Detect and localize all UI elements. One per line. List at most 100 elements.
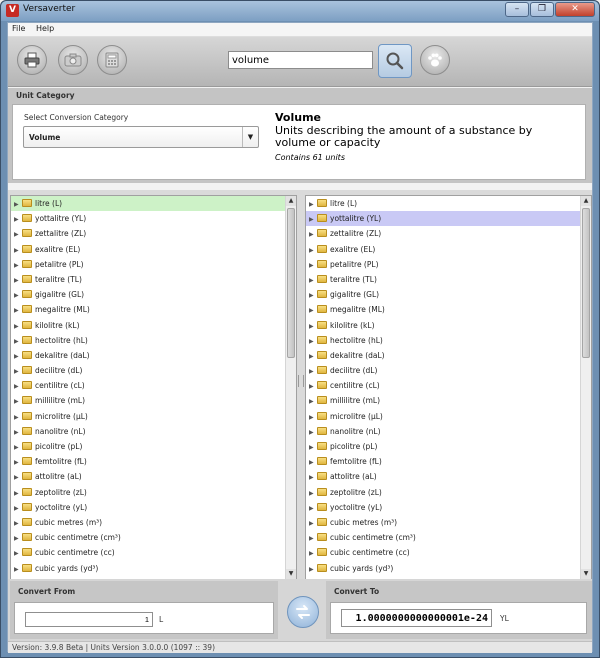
- scroll-up-icon[interactable]: ▲: [581, 196, 591, 206]
- convert-to-output[interactable]: [341, 609, 492, 627]
- list-item[interactable]: ▶ attolitre (aL): [11, 469, 285, 484]
- expand-arrow-icon[interactable]: ▶: [14, 273, 22, 288]
- expand-arrow-icon[interactable]: ▶: [309, 455, 317, 470]
- search-input[interactable]: [228, 51, 373, 69]
- list-item[interactable]: ▶ cubic centimetre (cc): [11, 545, 285, 560]
- expand-arrow-icon[interactable]: ▶: [14, 470, 22, 485]
- list-item[interactable]: ▶ nanolitre (nL): [11, 424, 285, 439]
- expand-arrow-icon[interactable]: ▶: [309, 364, 317, 379]
- expand-arrow-icon[interactable]: ▶: [309, 470, 317, 485]
- camera-button[interactable]: [58, 45, 88, 75]
- calculator-button[interactable]: [97, 45, 127, 75]
- expand-arrow-icon[interactable]: ▶: [14, 227, 22, 242]
- list-item[interactable]: ▶ cubic centimetre (cm³): [11, 530, 285, 545]
- list-item[interactable]: ▶ kilolitre (kL): [11, 318, 285, 333]
- expand-arrow-icon[interactable]: ▶: [309, 349, 317, 364]
- list-item[interactable]: ▶ cubic yards (yd³): [306, 561, 580, 576]
- list-item[interactable]: ▶ millilitre (mL): [11, 393, 285, 408]
- scroll-thumb[interactable]: [287, 208, 295, 358]
- list-item[interactable]: ▶ zeptolitre (zL): [306, 485, 580, 500]
- list-item[interactable]: ▶ yottalitre (YL): [11, 211, 285, 226]
- list-item[interactable]: ▶ decilitre (dL): [306, 363, 580, 378]
- list-item[interactable]: ▶ petalitre (PL): [11, 257, 285, 272]
- to-unit-list[interactable]: ▶ litre (L) ▶ yottalitre (YL) ▶ zettalitre (Z…: [305, 195, 592, 580]
- list-item[interactable]: ▶ cubic centimetre (cc): [306, 545, 580, 560]
- list-item[interactable]: ▶ teralitre (TL): [306, 272, 580, 287]
- list-item[interactable]: ▶ gigalitre (GL): [306, 287, 580, 302]
- expand-arrow-icon[interactable]: ▶: [14, 455, 22, 470]
- expand-arrow-icon[interactable]: ▶: [14, 243, 22, 258]
- list-item[interactable]: ▶ teralitre (TL): [11, 272, 285, 287]
- search-button[interactable]: [378, 44, 412, 78]
- expand-arrow-icon[interactable]: ▶: [309, 303, 317, 318]
- expand-arrow-icon[interactable]: ▶: [309, 243, 317, 258]
- menu-file[interactable]: File: [8, 23, 29, 33]
- list-item[interactable]: ▶ microlitre (µL): [11, 409, 285, 424]
- expand-arrow-icon[interactable]: ▶: [14, 394, 22, 409]
- list-item[interactable]: ▶ cubic metres (m³): [11, 515, 285, 530]
- expand-arrow-icon[interactable]: ▶: [309, 258, 317, 273]
- scroll-down-icon[interactable]: ▼: [286, 569, 296, 579]
- list-item[interactable]: ▶ zettalitre (ZL): [306, 226, 580, 241]
- list-item[interactable]: ▶ centilitre (cL): [11, 378, 285, 393]
- expand-arrow-icon[interactable]: ▶: [14, 546, 22, 561]
- minimize-button[interactable]: –: [505, 2, 529, 17]
- list-splitter[interactable]: [298, 375, 304, 387]
- list-item[interactable]: ▶ cubic metres (m³): [306, 515, 580, 530]
- list-item[interactable]: ▶ kilolitre (kL): [306, 318, 580, 333]
- list-item[interactable]: ▶ attolitre (aL): [306, 469, 580, 484]
- paw-button[interactable]: [420, 45, 450, 75]
- list-item[interactable]: ▶ femtolitre (fL): [306, 454, 580, 469]
- from-list-scrollbar[interactable]: ▲ ▼: [285, 196, 296, 579]
- to-list-scrollbar[interactable]: ▲ ▼: [580, 196, 591, 579]
- expand-arrow-icon[interactable]: ▶: [14, 501, 22, 516]
- list-item[interactable]: ▶ cubic yards (yd³): [11, 561, 285, 576]
- list-item[interactable]: ▶ decilitre (dL): [11, 363, 285, 378]
- list-item[interactable]: ▶ gigalitre (GL): [11, 287, 285, 302]
- expand-arrow-icon[interactable]: ▶: [14, 334, 22, 349]
- expand-arrow-icon[interactable]: ▶: [14, 425, 22, 440]
- scroll-up-icon[interactable]: ▲: [286, 196, 296, 206]
- expand-arrow-icon[interactable]: ▶: [14, 288, 22, 303]
- list-item[interactable]: ▶ megalitre (ML): [11, 302, 285, 317]
- expand-arrow-icon[interactable]: ▶: [309, 273, 317, 288]
- print-button[interactable]: [17, 45, 47, 75]
- expand-arrow-icon[interactable]: ▶: [309, 319, 317, 334]
- expand-arrow-icon[interactable]: ▶: [309, 486, 317, 501]
- list-item[interactable]: ▶ yoctolitre (yL): [11, 500, 285, 515]
- list-item[interactable]: ▶ yoctolitre (yL): [306, 500, 580, 515]
- list-item[interactable]: ▶ picolitre (pL): [11, 439, 285, 454]
- list-item[interactable]: ▶ millilitre (mL): [306, 393, 580, 408]
- from-unit-list[interactable]: ▶ litre (L) ▶ yottalitre (YL) ▶ zettalitre (Z…: [10, 195, 297, 580]
- menu-help[interactable]: Help: [32, 23, 58, 33]
- list-item[interactable]: ▶ hectolitre (hL): [11, 333, 285, 348]
- expand-arrow-icon[interactable]: ▶: [309, 334, 317, 349]
- list-item[interactable]: ▶ litre (L): [11, 196, 285, 212]
- expand-arrow-icon[interactable]: ▶: [309, 394, 317, 409]
- list-item[interactable]: ▶ microlitre (µL): [306, 409, 580, 424]
- expand-arrow-icon[interactable]: ▶: [14, 258, 22, 273]
- list-item[interactable]: ▶ picolitre (pL): [306, 439, 580, 454]
- expand-arrow-icon[interactable]: ▶: [309, 197, 317, 212]
- list-item[interactable]: ▶ zeptolitre (zL): [11, 485, 285, 500]
- title-bar[interactable]: V Versaverter – ❐ ✕: [1, 1, 599, 21]
- expand-arrow-icon[interactable]: ▶: [14, 486, 22, 501]
- list-item[interactable]: ▶ nanolitre (nL): [306, 424, 580, 439]
- list-item[interactable]: ▶ yottalitre (YL): [306, 211, 580, 227]
- expand-arrow-icon[interactable]: ▶: [309, 410, 317, 425]
- expand-arrow-icon[interactable]: ▶: [309, 379, 317, 394]
- list-item[interactable]: ▶ exalitre (EL): [11, 242, 285, 257]
- list-item[interactable]: ▶ cubic centimetre (cm³): [306, 530, 580, 545]
- list-item[interactable]: ▶ dekalitre (daL): [306, 348, 580, 363]
- scroll-thumb[interactable]: [582, 208, 590, 358]
- list-item[interactable]: ▶ litre (L): [306, 196, 580, 211]
- expand-arrow-icon[interactable]: ▶: [14, 197, 22, 212]
- list-item[interactable]: ▶ hectolitre (hL): [306, 333, 580, 348]
- expand-arrow-icon[interactable]: ▶: [14, 516, 22, 531]
- expand-arrow-icon[interactable]: ▶: [309, 546, 317, 561]
- expand-arrow-icon[interactable]: ▶: [14, 440, 22, 455]
- expand-arrow-icon[interactable]: ▶: [14, 303, 22, 318]
- list-item[interactable]: ▶ dekalitre (daL): [11, 348, 285, 363]
- convert-from-input[interactable]: [25, 612, 153, 627]
- expand-arrow-icon[interactable]: ▶: [309, 516, 317, 531]
